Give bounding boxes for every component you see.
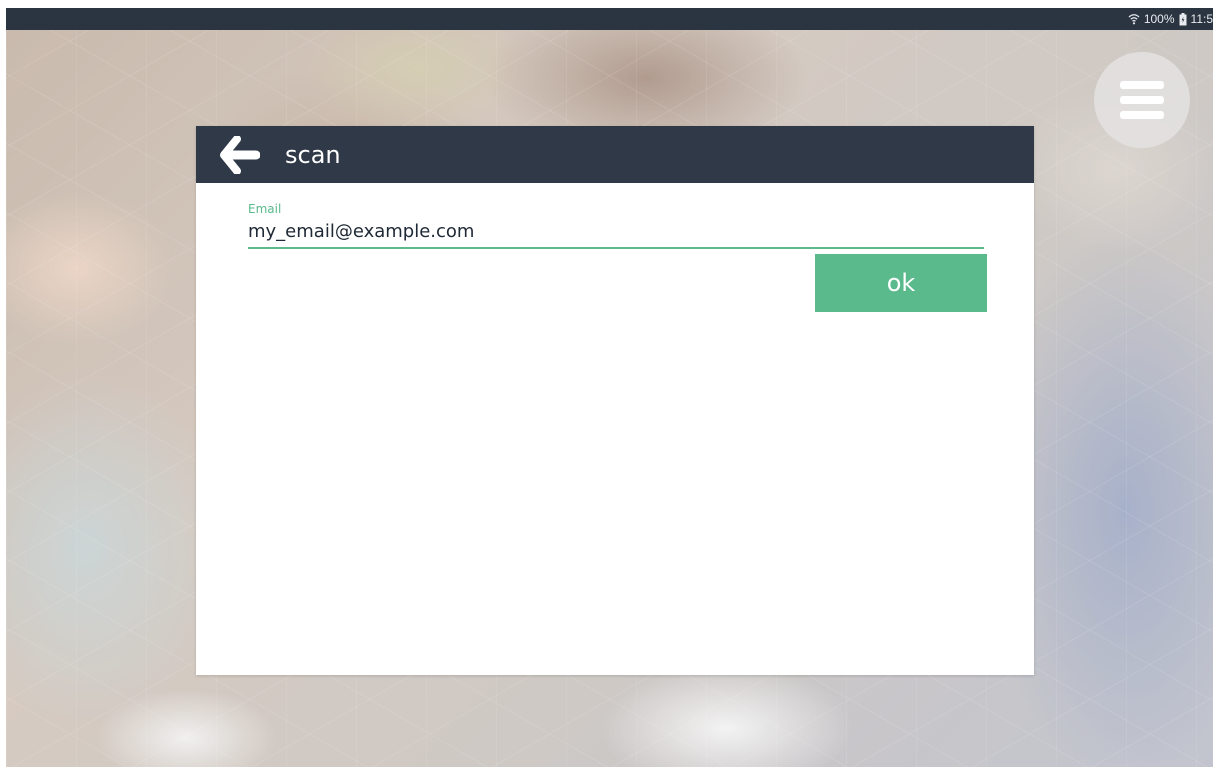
back-button[interactable] xyxy=(216,135,264,175)
menu-button[interactable] xyxy=(1094,52,1190,148)
hamburger-menu-icon xyxy=(1120,81,1164,119)
scan-dialog: scan Email ok xyxy=(196,126,1034,675)
battery-percent: 100% xyxy=(1143,12,1175,26)
arrow-left-icon xyxy=(220,136,260,174)
email-field-group: Email xyxy=(248,202,984,249)
clock-time: 11:5 xyxy=(1190,12,1213,26)
dialog-title: scan xyxy=(285,141,341,169)
status-indicators: 100% 11:5 xyxy=(1128,11,1213,27)
email-label: Email xyxy=(248,202,282,216)
ok-button[interactable]: ok xyxy=(815,254,987,312)
dialog-header: scan xyxy=(196,126,1034,183)
battery-icon xyxy=(1179,12,1187,26)
email-input[interactable] xyxy=(248,220,984,249)
wifi-icon xyxy=(1128,13,1140,25)
status-bar: 100% 11:5 xyxy=(6,8,1213,30)
